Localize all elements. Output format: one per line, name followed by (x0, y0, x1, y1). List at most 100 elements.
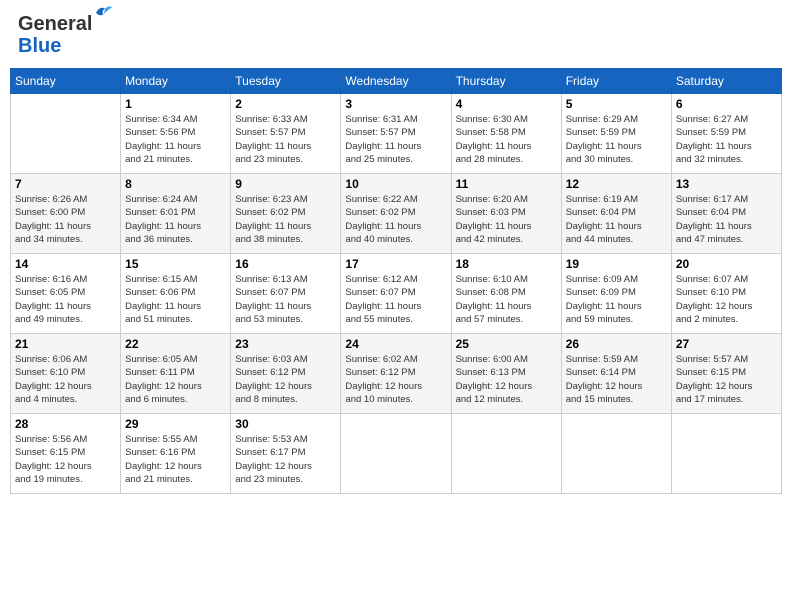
day-header-monday: Monday (121, 69, 231, 94)
calendar-cell: 28Sunrise: 5:56 AM Sunset: 6:15 PM Dayli… (11, 414, 121, 494)
logo-general-text: General (18, 13, 92, 35)
day-number: 9 (235, 177, 336, 191)
day-info: Sunrise: 6:31 AM Sunset: 5:57 PM Dayligh… (345, 113, 446, 166)
day-info: Sunrise: 6:10 AM Sunset: 6:08 PM Dayligh… (456, 273, 557, 326)
calendar-cell: 23 Sunrise: 6:03 AM Sunset: 6:12 PM Dayli… (231, 334, 341, 414)
calendar-cell: 4 Sunrise: 6:30 AM Sunset: 5:58 PM Daylig… (451, 94, 561, 174)
calendar-cell (671, 414, 781, 494)
calendar-cell: 7Sunrise: 6:26 AM Sunset: 6:00 PM Daylig… (11, 174, 121, 254)
calendar-cell: 12Sunrise: 6:19 AM Sunset: 6:04 PM Dayli… (561, 174, 671, 254)
day-number: 13 (676, 177, 777, 191)
calendar-cell: 25 Sunrise: 6:00 AM Sunset: 6:13 PM Dayli… (451, 334, 561, 414)
day-number: 21 (15, 337, 116, 351)
day-number: 2 (235, 97, 336, 111)
day-header-tuesday: Tuesday (231, 69, 341, 94)
day-info: Sunrise: 6:22 AM Sunset: 6:02 PM Dayligh… (345, 193, 446, 246)
calendar-cell: 16 Sunrise: 6:13 AM Sunset: 6:07 PM Dayli… (231, 254, 341, 334)
calendar-cell: 22 Sunrise: 6:05 AM Sunset: 6:11 PM Dayli… (121, 334, 231, 414)
day-header-wednesday: Wednesday (341, 69, 451, 94)
calendar-cell: 29 Sunrise: 5:55 AM Sunset: 6:16 PM Dayli… (121, 414, 231, 494)
calendar-cell: 15 Sunrise: 6:15 AM Sunset: 6:06 PM Dayli… (121, 254, 231, 334)
day-header-friday: Friday (561, 69, 671, 94)
day-number: 1 (125, 97, 226, 111)
day-number: 6 (676, 97, 777, 111)
day-info: Sunrise: 6:24 AM Sunset: 6:01 PM Dayligh… (125, 193, 226, 246)
calendar-cell (451, 414, 561, 494)
day-info: Sunrise: 5:53 AM Sunset: 6:17 PM Dayligh… (235, 433, 336, 486)
day-number: 15 (125, 257, 226, 271)
day-info: Sunrise: 5:59 AM Sunset: 6:14 PM Dayligh… (566, 353, 667, 406)
day-info: Sunrise: 6:02 AM Sunset: 6:12 PM Dayligh… (345, 353, 446, 406)
day-info: Sunrise: 6:34 AM Sunset: 5:56 PM Dayligh… (125, 113, 226, 166)
day-number: 11 (456, 177, 557, 191)
day-number: 3 (345, 97, 446, 111)
day-info: Sunrise: 6:20 AM Sunset: 6:03 PM Dayligh… (456, 193, 557, 246)
calendar-cell: 1 Sunrise: 6:34 AM Sunset: 5:56 PM Daylig… (121, 94, 231, 174)
logo-blue-text: Blue (18, 36, 61, 56)
day-info: Sunrise: 5:55 AM Sunset: 6:16 PM Dayligh… (125, 433, 226, 486)
day-info: Sunrise: 6:03 AM Sunset: 6:12 PM Dayligh… (235, 353, 336, 406)
calendar-cell: 14 Sunrise: 6:16 AM Sunset: 6:05 PM Dayli… (11, 254, 121, 334)
day-info: Sunrise: 6:23 AM Sunset: 6:02 PM Dayligh… (235, 193, 336, 246)
calendar-cell: 13Sunrise: 6:17 AM Sunset: 6:04 PM Dayli… (671, 174, 781, 254)
calendar-cell: 18 Sunrise: 6:10 AM Sunset: 6:08 PM Dayli… (451, 254, 561, 334)
day-number: 8 (125, 177, 226, 191)
day-number: 26 (566, 337, 667, 351)
logo: General Blue (18, 14, 92, 56)
day-info: Sunrise: 6:06 AM Sunset: 6:10 PM Dayligh… (15, 353, 116, 406)
day-number: 14 (15, 257, 116, 271)
calendar-cell: 24Sunrise: 6:02 AM Sunset: 6:12 PM Dayli… (341, 334, 451, 414)
calendar-cell: 20 Sunrise: 6:07 AM Sunset: 6:10 PM Dayli… (671, 254, 781, 334)
day-info: Sunrise: 6:16 AM Sunset: 6:05 PM Dayligh… (15, 273, 116, 326)
day-number: 20 (676, 257, 777, 271)
day-number: 19 (566, 257, 667, 271)
day-number: 5 (566, 97, 667, 111)
day-info: Sunrise: 6:13 AM Sunset: 6:07 PM Dayligh… (235, 273, 336, 326)
day-number: 10 (345, 177, 446, 191)
calendar-cell: 9 Sunrise: 6:23 AM Sunset: 6:02 PM Daylig… (231, 174, 341, 254)
day-info: Sunrise: 6:05 AM Sunset: 6:11 PM Dayligh… (125, 353, 226, 406)
day-info: Sunrise: 6:00 AM Sunset: 6:13 PM Dayligh… (456, 353, 557, 406)
page-header: General Blue (10, 10, 782, 60)
day-info: Sunrise: 6:33 AM Sunset: 5:57 PM Dayligh… (235, 113, 336, 166)
day-number: 7 (15, 177, 116, 191)
day-info: Sunrise: 6:15 AM Sunset: 6:06 PM Dayligh… (125, 273, 226, 326)
calendar-cell (561, 414, 671, 494)
day-info: Sunrise: 6:07 AM Sunset: 6:10 PM Dayligh… (676, 273, 777, 326)
calendar-cell: 21 Sunrise: 6:06 AM Sunset: 6:10 PM Dayli… (11, 334, 121, 414)
calendar-cell: 26 Sunrise: 5:59 AM Sunset: 6:14 PM Dayli… (561, 334, 671, 414)
day-number: 29 (125, 417, 226, 431)
day-number: 16 (235, 257, 336, 271)
calendar-cell: 2 Sunrise: 6:33 AM Sunset: 5:57 PM Daylig… (231, 94, 341, 174)
calendar-cell: 3 Sunrise: 6:31 AM Sunset: 5:57 PM Daylig… (341, 94, 451, 174)
day-info: Sunrise: 6:19 AM Sunset: 6:04 PM Dayligh… (566, 193, 667, 246)
day-info: Sunrise: 6:09 AM Sunset: 6:09 PM Dayligh… (566, 273, 667, 326)
calendar-cell: 17 Sunrise: 6:12 AM Sunset: 6:07 PM Dayli… (341, 254, 451, 334)
day-info: Sunrise: 6:30 AM Sunset: 5:58 PM Dayligh… (456, 113, 557, 166)
calendar-table: SundayMondayTuesdayWednesdayThursdayFrid… (10, 68, 782, 494)
day-info: Sunrise: 5:57 AM Sunset: 6:15 PM Dayligh… (676, 353, 777, 406)
calendar-cell: 10 Sunrise: 6:22 AM Sunset: 6:02 PM Dayli… (341, 174, 451, 254)
calendar-cell: 6 Sunrise: 6:27 AM Sunset: 5:59 PM Daylig… (671, 94, 781, 174)
day-info: Sunrise: 5:56 AM Sunset: 6:15 PM Dayligh… (15, 433, 116, 486)
day-number: 17 (345, 257, 446, 271)
calendar-cell: 19 Sunrise: 6:09 AM Sunset: 6:09 PM Dayli… (561, 254, 671, 334)
day-number: 22 (125, 337, 226, 351)
day-info: Sunrise: 6:27 AM Sunset: 5:59 PM Dayligh… (676, 113, 777, 166)
day-number: 27 (676, 337, 777, 351)
calendar-cell: 30 Sunrise: 5:53 AM Sunset: 6:17 PM Dayli… (231, 414, 341, 494)
logo-bird-icon (94, 4, 114, 20)
day-number: 25 (456, 337, 557, 351)
day-number: 30 (235, 417, 336, 431)
day-header-thursday: Thursday (451, 69, 561, 94)
day-number: 18 (456, 257, 557, 271)
day-header-sunday: Sunday (11, 69, 121, 94)
calendar-cell (11, 94, 121, 174)
calendar-cell: 8 Sunrise: 6:24 AM Sunset: 6:01 PM Daylig… (121, 174, 231, 254)
day-header-saturday: Saturday (671, 69, 781, 94)
day-number: 23 (235, 337, 336, 351)
calendar-cell: 5Sunrise: 6:29 AM Sunset: 5:59 PM Daylig… (561, 94, 671, 174)
calendar-cell: 11 Sunrise: 6:20 AM Sunset: 6:03 PM Dayli… (451, 174, 561, 254)
day-info: Sunrise: 6:12 AM Sunset: 6:07 PM Dayligh… (345, 273, 446, 326)
day-number: 4 (456, 97, 557, 111)
